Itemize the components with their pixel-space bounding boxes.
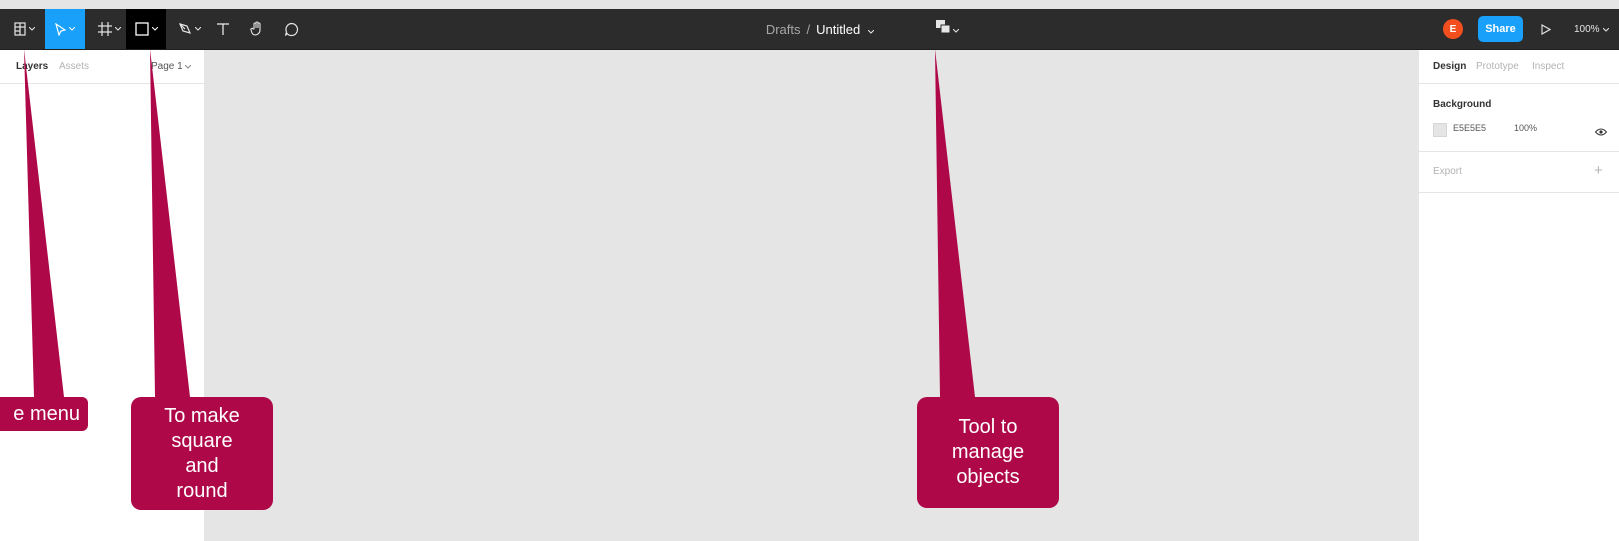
objects-callout: Tool to manage objects [917, 397, 1059, 508]
export-section: Export + [1419, 152, 1619, 193]
breadcrumb-drafts[interactable]: Drafts [766, 22, 801, 37]
play-icon [1541, 23, 1551, 35]
right-panel: Design Prototype Inspect Background E5E5… [1418, 50, 1619, 541]
left-panel-tabs: Layers Assets Page 1 [0, 50, 204, 84]
shapes-callout-line: round [176, 479, 228, 502]
chevron-down-icon [151, 27, 158, 31]
objects-callout-line: objects [956, 466, 1020, 488]
breadcrumb-separator: / [806, 21, 811, 37]
share-button[interactable]: Share [1478, 16, 1523, 42]
object-tool-button[interactable] [904, 9, 991, 51]
chevron-down-icon[interactable] [867, 22, 875, 37]
objects-callout-line: manage [951, 441, 1025, 463]
hand-icon [250, 21, 264, 37]
chevron-down-icon [194, 27, 201, 31]
pen-icon [178, 22, 192, 36]
tab-prototype[interactable]: Prototype [1476, 61, 1519, 72]
tab-inspect[interactable]: Inspect [1532, 61, 1564, 72]
shapes-callout-line: square [171, 429, 233, 452]
chevron-down-icon [185, 61, 192, 72]
zoom-level: 100% [1574, 23, 1600, 35]
shape-tool-button[interactable] [126, 9, 166, 49]
pen-tool-button[interactable] [172, 9, 206, 49]
zoom-control[interactable]: 100% [1574, 9, 1609, 49]
main-menu-button[interactable] [8, 9, 40, 49]
chevron-down-icon [1602, 24, 1609, 35]
tab-assets[interactable]: Assets [59, 61, 89, 72]
layers-stack-icon [936, 20, 951, 38]
cursor-icon [55, 22, 66, 36]
objects-callout-line: Tool to [958, 416, 1018, 438]
menu-callout: e menu [0, 397, 88, 431]
background-color-swatch[interactable] [1433, 123, 1447, 137]
text-icon [216, 22, 230, 36]
background-hex-input[interactable]: E5E5E5 [1453, 123, 1486, 133]
shapes-callout-line: To make [164, 404, 240, 427]
figma-logo-icon [13, 22, 26, 36]
rectangle-icon [134, 22, 149, 36]
shapes-callout: To make square and round [131, 397, 273, 510]
add-export-icon[interactable]: + [1594, 162, 1603, 179]
tab-layers[interactable]: Layers [16, 61, 48, 72]
canvas[interactable] [205, 50, 1418, 541]
user-avatar[interactable]: E [1443, 19, 1463, 39]
chevron-down-icon [114, 27, 121, 31]
shapes-callout-line: and [185, 454, 219, 477]
frame-icon [97, 22, 112, 36]
tab-design[interactable]: Design [1433, 61, 1466, 72]
file-name[interactable]: Untitled [816, 22, 860, 37]
window-top-strip [0, 0, 1619, 9]
frame-tool-button[interactable] [92, 9, 126, 49]
background-section: Background E5E5E5 100% [1419, 83, 1619, 152]
page-selector-label: Page 1 [151, 61, 183, 72]
chevron-down-icon [69, 27, 75, 31]
move-tool-button[interactable] [45, 9, 85, 49]
page-selector[interactable]: Page 1 [151, 61, 192, 72]
chevron-down-icon [28, 27, 35, 31]
right-panel-tabs: Design Prototype Inspect [1419, 50, 1619, 84]
chevron-down-icon [952, 20, 960, 38]
toolbar: Drafts / Untitled E Share 100% [0, 9, 1619, 51]
hand-tool-button[interactable] [246, 9, 268, 49]
background-title: Background [1433, 99, 1492, 110]
comment-tool-button[interactable] [280, 9, 302, 49]
background-opacity-input[interactable]: 100% [1514, 123, 1537, 133]
comment-icon [284, 22, 299, 37]
export-title: Export [1433, 166, 1462, 177]
present-button[interactable] [1536, 9, 1556, 49]
text-tool-button[interactable] [212, 9, 234, 49]
eye-icon[interactable] [1594, 123, 1608, 141]
